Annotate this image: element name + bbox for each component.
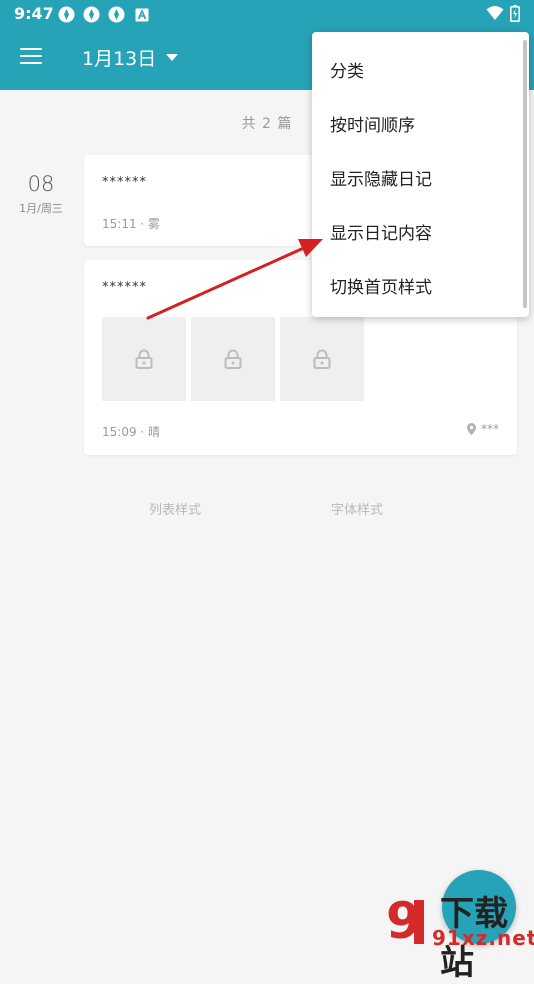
watermark-url: 91xz.net — [432, 926, 534, 950]
diary-meta: 15:09 · 晴 — [102, 425, 161, 439]
location-text: *** — [481, 422, 499, 436]
list-style-link[interactable]: 列表样式 — [149, 499, 201, 518]
page-title: 1月13日 — [82, 48, 157, 70]
diary-title: ****** — [102, 280, 147, 295]
app-notification-icon — [58, 6, 75, 23]
menu-item-switch-style[interactable]: 切换首页样式 — [330, 273, 432, 298]
locked-photo[interactable] — [102, 317, 186, 401]
date-weekday: 1月/周三 — [19, 202, 63, 215]
lock-icon — [135, 349, 153, 369]
overflow-menu: 分类 按时间顺序 显示隐藏日记 显示日记内容 切换首页样式 — [312, 32, 529, 317]
diary-meta: 15:11 · 雾 — [102, 217, 161, 231]
watermark-logo: 9 下载站 91xz.net — [386, 886, 534, 983]
menu-item-show-content[interactable]: 显示日记内容 — [330, 219, 432, 244]
menu-scrollbar[interactable] — [523, 40, 527, 308]
battery-icon — [510, 5, 520, 26]
date-selector[interactable]: 1月13日 — [82, 44, 179, 71]
status-bar: 9:47 — [0, 0, 534, 28]
status-time: 9:47 — [14, 4, 54, 23]
locked-photo[interactable] — [191, 317, 275, 401]
app-notification-icon — [83, 6, 100, 23]
watermark-logo-mark: 9 — [386, 892, 424, 950]
locked-photo[interactable] — [280, 317, 364, 401]
menu-icon[interactable] — [20, 48, 42, 68]
status-right-icons — [486, 5, 520, 26]
notification-icons — [58, 6, 150, 23]
menu-item-category[interactable]: 分类 — [330, 57, 364, 82]
location-pin-icon — [467, 423, 476, 435]
app-notification-icon — [108, 6, 125, 23]
menu-item-chronological[interactable]: 按时间顺序 — [330, 111, 415, 136]
lock-icon — [313, 349, 331, 369]
wifi-icon — [486, 5, 504, 26]
diary-title: ****** — [102, 175, 147, 190]
caret-down-icon — [166, 54, 179, 61]
date-day: 08 — [27, 172, 55, 196]
a-icon — [133, 6, 150, 23]
photo-thumbnails — [102, 317, 364, 401]
lock-icon — [224, 349, 242, 369]
date-group: 08 1月/周三 — [18, 172, 64, 216]
font-style-link[interactable]: 字体样式 — [331, 499, 383, 518]
menu-item-show-hidden[interactable]: 显示隐藏日记 — [330, 165, 432, 190]
location: *** — [467, 422, 499, 436]
